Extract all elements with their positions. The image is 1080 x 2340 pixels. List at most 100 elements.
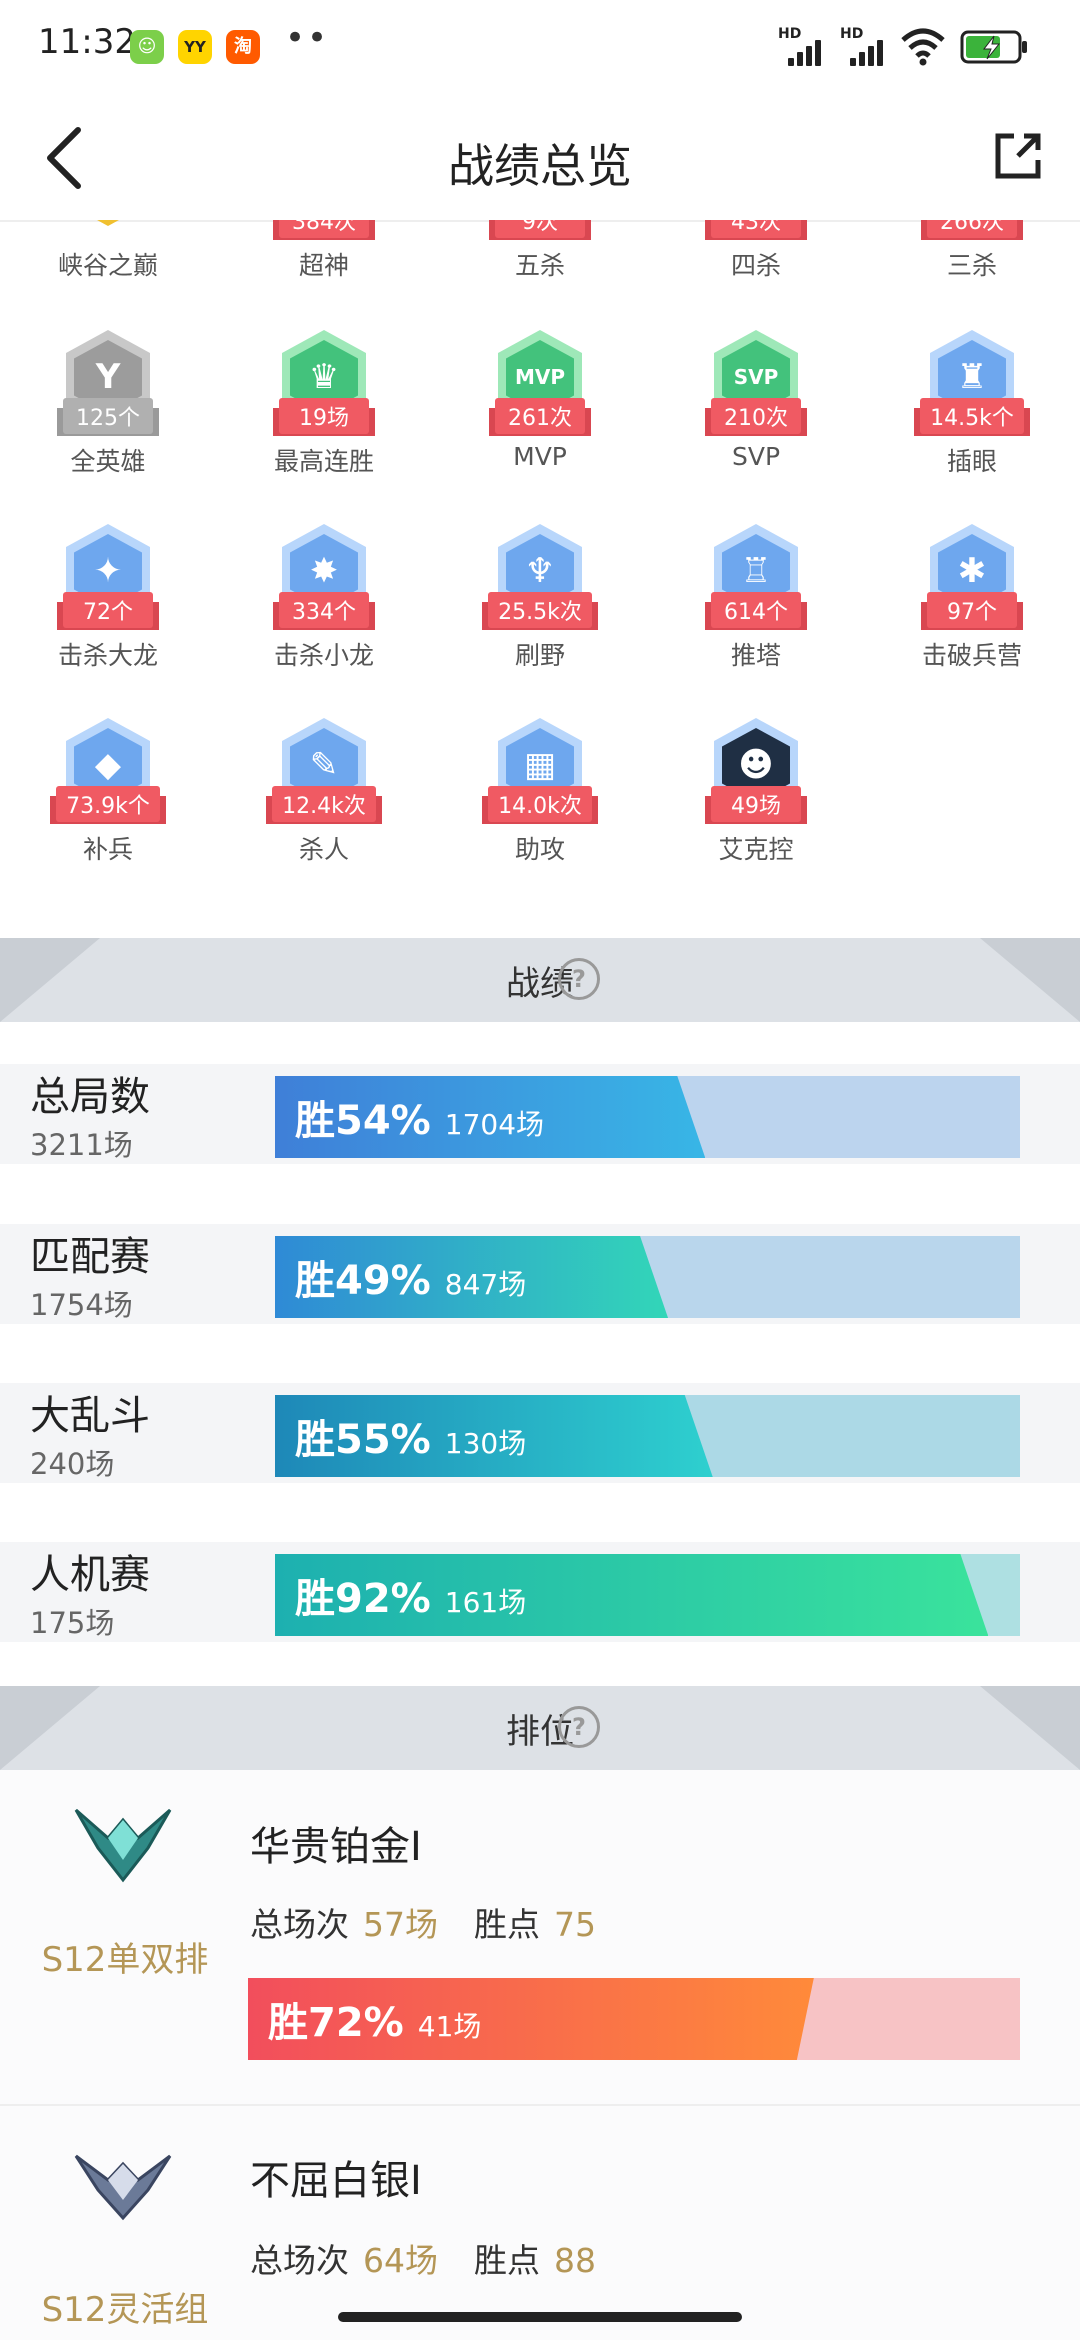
achievement-item[interactable]: ☻ 49场 艾克控 bbox=[648, 718, 864, 908]
achievement-item[interactable]: ✸ 334个 击杀小龙 bbox=[216, 524, 432, 714]
achievement-label: 超神 bbox=[298, 251, 349, 280]
record-row[interactable]: 大乱斗 240场 胜55% 130场 bbox=[0, 1383, 1080, 1483]
season-label: S12灵活组排 bbox=[41, 2290, 209, 2340]
achievement-label: 峡谷之巅 bbox=[57, 251, 158, 280]
achievement-label: 推塔 bbox=[730, 641, 781, 670]
record-row[interactable]: 总局数 3211场 胜54% 1704场 bbox=[0, 1064, 1080, 1164]
achievement-label: 刷野 bbox=[514, 641, 565, 670]
page-title: 战绩总览 bbox=[448, 139, 632, 193]
achievement-count: 266次 bbox=[864, 220, 1080, 238]
record-total-games: 1754场 bbox=[30, 1288, 133, 1322]
rank-section-header: 排位 ? bbox=[0, 1686, 1080, 1770]
record-section-header: 战绩 ? bbox=[0, 938, 1080, 1022]
rank-meta: 总场次 57场 胜点 75 bbox=[250, 1905, 596, 1944]
record-section-title: 战绩 bbox=[506, 964, 574, 1004]
achievement-item[interactable]: ✦ 72个 击杀大龙 bbox=[0, 524, 216, 714]
record-row[interactable]: 匹配赛 1754场 胜49% 847场 bbox=[0, 1224, 1080, 1324]
rank-winrate-bar: 胜72% 41场 bbox=[248, 1978, 1020, 2060]
achievement-item[interactable]: 43次四杀 bbox=[648, 220, 864, 324]
record-row[interactable]: 人机赛 175场 胜92% 161场 bbox=[0, 1542, 1080, 1642]
rank-help-icon[interactable]: ? bbox=[558, 1706, 600, 1748]
achievement-item[interactable]: ▦ 14.0k次 助攻 bbox=[432, 718, 648, 908]
share-icon[interactable] bbox=[992, 130, 1044, 182]
achievement-count: 614个 bbox=[648, 592, 864, 628]
achievement-badge-icon bbox=[58, 220, 158, 234]
achievement-label: MVP bbox=[513, 442, 567, 471]
achievement-count: 14.5k个 bbox=[864, 398, 1080, 434]
status-time: 11:32 bbox=[38, 22, 136, 62]
achievement-count: 261次 bbox=[432, 398, 648, 434]
record-win-percent: 胜49% bbox=[295, 1258, 431, 1304]
achievement-item[interactable]: ✎ 12.4k次 杀人 bbox=[216, 718, 432, 908]
achievement-item[interactable]: ♜ 14.5k个 插眼 bbox=[864, 330, 1080, 520]
achievement-label: SVP bbox=[731, 442, 781, 471]
app-icon-yy: YY bbox=[178, 30, 212, 64]
rank-meta: 总场次 64场 胜点 88 bbox=[250, 2241, 596, 2280]
achievement-label: 击杀大龙 bbox=[57, 641, 158, 670]
season-label: S12单双排 bbox=[41, 1940, 209, 1980]
battery-icon bbox=[960, 30, 1027, 64]
rank-section-title: 排位 bbox=[506, 1712, 574, 1752]
achievement-count: 49场 bbox=[648, 786, 864, 822]
achievement-item[interactable]: ♆ 25.5k次 刷野 bbox=[432, 524, 648, 714]
achievement-item[interactable]: MVP 261次 MVP bbox=[432, 330, 648, 520]
record-win-count: 1704场 bbox=[444, 1108, 545, 1141]
achievement-count: 43次 bbox=[648, 220, 864, 238]
achievement-label: 艾克控 bbox=[718, 835, 794, 864]
achievement-label: 三杀 bbox=[946, 251, 997, 280]
home-indicator[interactable] bbox=[338, 2312, 742, 2322]
achievement-item[interactable]: 384次超神 bbox=[216, 220, 432, 324]
rank-tier: 华贵铂金I bbox=[250, 1824, 422, 1870]
achievement-item[interactable]: ♖ 614个 推塔 bbox=[648, 524, 864, 714]
achievement-count: 125个 bbox=[0, 398, 216, 434]
achievement-label: 五杀 bbox=[514, 251, 565, 280]
achievement-count: 25.5k次 bbox=[432, 592, 648, 628]
more-notifications-icon: •• bbox=[285, 18, 330, 58]
achievement-item[interactable]: Y 125个 全英雄 bbox=[0, 330, 216, 520]
achievement-count: 19场 bbox=[216, 398, 432, 434]
record-mode-name: 总局数 bbox=[30, 1074, 150, 1120]
achievement-count: 384次 bbox=[216, 220, 432, 238]
achievement-count: 9次 bbox=[432, 220, 648, 238]
record-mode-name: 人机赛 bbox=[30, 1552, 150, 1598]
record-win-count: 161场 bbox=[444, 1586, 527, 1619]
achievement-label: 全英雄 bbox=[70, 447, 146, 476]
rank-win-count: 41场 bbox=[417, 2010, 482, 2043]
record-total-games: 240场 bbox=[30, 1447, 115, 1481]
record-win-count: 847场 bbox=[444, 1268, 527, 1301]
silver-emblem-icon bbox=[74, 2154, 172, 2221]
achievement-label: 杀人 bbox=[298, 835, 349, 864]
achievement-item[interactable]: ◆ 73.9k个 补兵 bbox=[0, 718, 216, 908]
record-win-count: 130场 bbox=[444, 1427, 527, 1460]
record-win-percent: 胜54% bbox=[295, 1098, 431, 1144]
achievement-item[interactable]: SVP 210次 SVP bbox=[648, 330, 864, 520]
record-win-percent: 胜92% bbox=[295, 1576, 431, 1622]
achievement-item[interactable]: 9次五杀 bbox=[432, 220, 648, 324]
rank-tier: 不屈白银I bbox=[250, 2158, 422, 2204]
app-icon-taobao: 淘 bbox=[226, 30, 260, 64]
achievement-count: 73.9k个 bbox=[0, 786, 216, 822]
rank-win-percent: 胜72% bbox=[268, 2000, 404, 2046]
signal-icon: HD bbox=[778, 26, 834, 70]
record-winrate-bar: 胜55% 130场 bbox=[275, 1395, 1020, 1477]
wifi-icon bbox=[901, 28, 945, 66]
achievement-label: 插眼 bbox=[946, 447, 997, 476]
rank-card-flex[interactable]: S12灵活组排 不屈白银I 总场次64场胜点88 bbox=[0, 2106, 1080, 2340]
record-total-games: 175场 bbox=[30, 1606, 115, 1640]
achievement-item[interactable]: 266次三杀 bbox=[864, 220, 1080, 324]
achievement-item[interactable]: ✱ 97个 击破兵营 bbox=[864, 524, 1080, 714]
achievement-count: 97个 bbox=[864, 592, 1080, 628]
achievement-count: 72个 bbox=[0, 592, 216, 628]
rank-card-solo[interactable]: S12单双排 华贵铂金I 总场次 57场 胜点 75 胜72% 41场 bbox=[0, 1770, 1080, 2106]
achievement-label: 助攻 bbox=[514, 835, 565, 864]
achievement-item[interactable]: ♛ 19场 最高连胜 bbox=[216, 330, 432, 520]
platinum-emblem-icon bbox=[74, 1808, 172, 1883]
achievement-label: 最高连胜 bbox=[273, 447, 374, 476]
achievement-count: 12.4k次 bbox=[216, 786, 432, 822]
achievement-item[interactable]: 峡谷之巅 bbox=[0, 220, 216, 324]
record-help-icon[interactable]: ? bbox=[558, 958, 600, 1000]
signal-icon-2: HD bbox=[840, 26, 896, 70]
achievement-label: 四杀 bbox=[730, 251, 781, 280]
achievement-count: 14.0k次 bbox=[432, 786, 648, 822]
record-winrate-bar: 胜92% 161场 bbox=[275, 1554, 1020, 1636]
